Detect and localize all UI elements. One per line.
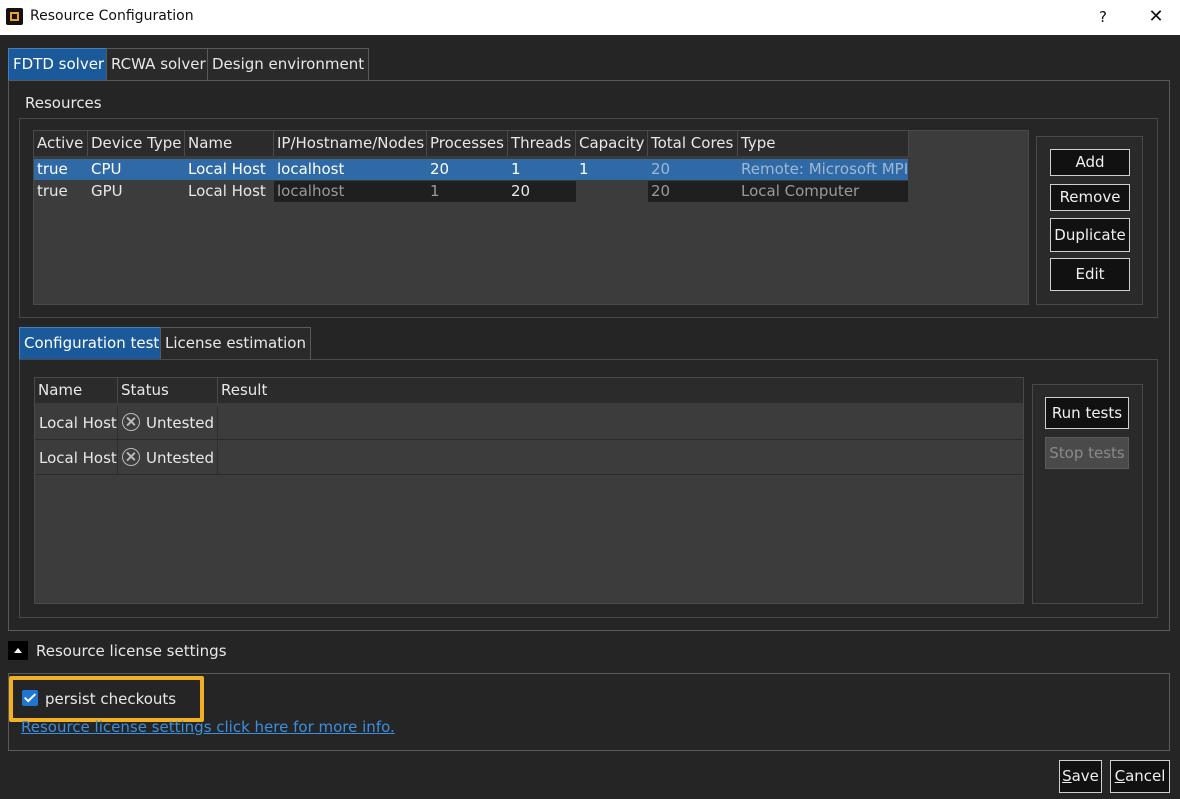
col-type[interactable]: Type <box>738 131 909 156</box>
cancel-mnemonic: C <box>1114 767 1126 785</box>
resource-row[interactable]: true CPU Local Host localhost 20 1 1 20 … <box>34 159 908 180</box>
cell-name: Local Host <box>35 441 118 475</box>
duplicate-button[interactable]: Duplicate <box>1050 218 1130 252</box>
col-active[interactable]: Active <box>34 131 88 156</box>
tab-rcwa-solver[interactable]: RCWA solver <box>106 48 211 80</box>
run-tests-button[interactable]: Run tests <box>1045 397 1129 429</box>
tab-license-estimation[interactable]: License estimation <box>160 327 311 359</box>
cell-device-type: CPU <box>91 160 122 178</box>
cell-device-type: GPU <box>88 181 185 202</box>
cell-active: true <box>34 181 88 202</box>
col-capacity[interactable]: Capacity <box>576 131 648 156</box>
help-button[interactable]: ? <box>1090 4 1116 30</box>
tab-configuration-test[interactable]: Configuration test <box>19 327 165 359</box>
window-title: Resource Configuration <box>30 8 194 24</box>
cell-status: Untested <box>118 441 218 475</box>
cell-capacity: 1 <box>579 160 589 178</box>
cell-name: Local Host <box>188 160 266 178</box>
save-mnemonic: S <box>1062 767 1072 785</box>
config-test-table[interactable]: Name Status Result Local Host Untested L… <box>34 377 1024 604</box>
cell-result <box>218 441 1023 475</box>
col-device-type[interactable]: Device Type <box>88 131 185 156</box>
resource-row[interactable]: true GPU Local Host localhost 1 20 20 Lo… <box>34 181 908 202</box>
cancel-label: ancel <box>1125 767 1166 785</box>
resources-table[interactable]: Active Device Type Name IP/Hostname/Node… <box>33 130 1029 305</box>
remove-button[interactable]: Remove <box>1050 184 1130 211</box>
col-threads[interactable]: Threads <box>508 131 576 156</box>
untested-icon <box>122 448 140 466</box>
cancel-button[interactable]: Cancel <box>1110 760 1170 793</box>
cell-active: true <box>37 160 68 178</box>
test-row[interactable]: Local Host Untested <box>35 441 1023 475</box>
tab-design-environment[interactable]: Design environment <box>207 48 370 80</box>
col-result[interactable]: Result <box>218 378 1023 403</box>
cell-host: localhost <box>274 181 427 202</box>
edit-button[interactable]: Edit <box>1050 258 1130 291</box>
cell-total-cores: 20 <box>648 181 738 202</box>
test-row[interactable]: Local Host Untested <box>35 406 1023 440</box>
cell-result <box>218 406 1023 440</box>
save-button[interactable]: Save <box>1059 760 1102 793</box>
col-host[interactable]: IP/Hostname/Nodes <box>274 131 427 156</box>
app-icon <box>6 8 23 25</box>
status-text: Untested <box>146 449 215 467</box>
cell-name: Local Host <box>35 406 118 440</box>
cell-host: localhost <box>277 160 345 178</box>
cell-capacity <box>576 181 648 202</box>
cell-status: Untested <box>118 406 218 440</box>
add-button[interactable]: Add <box>1050 149 1130 176</box>
resources-table-header: Active Device Type Name IP/Hostname/Node… <box>34 131 909 156</box>
untested-icon <box>122 413 140 431</box>
save-label: ave <box>1071 767 1099 785</box>
title-bar: Resource Configuration ? ✕ <box>0 0 1180 35</box>
cell-name: Local Host <box>185 181 274 202</box>
col-total-cores[interactable]: Total Cores <box>648 131 738 156</box>
col-status[interactable]: Status <box>118 378 218 403</box>
cell-type: Local Computer <box>738 181 908 202</box>
highlight-box <box>9 676 204 722</box>
stop-tests-button[interactable]: Stop tests <box>1045 437 1129 469</box>
collapse-toggle-icon[interactable] <box>8 641 28 660</box>
cell-threads: 1 <box>511 160 521 178</box>
tab-fdtd-solver[interactable]: FDTD solver <box>8 48 110 80</box>
col-processes[interactable]: Processes <box>427 131 508 156</box>
col-name[interactable]: Name <box>35 378 118 403</box>
cell-processes: 1 <box>427 181 508 202</box>
license-info-link[interactable]: Resource license settings click here for… <box>21 718 395 736</box>
cell-total-cores: 20 <box>651 160 671 178</box>
cell-type: Remote: Microsoft MPI <box>741 160 908 178</box>
config-test-header: Name Status Result <box>35 378 1023 403</box>
cell-processes: 20 <box>430 160 450 178</box>
resources-label: Resources <box>25 94 102 112</box>
close-icon[interactable]: ✕ <box>1143 4 1169 30</box>
col-name[interactable]: Name <box>185 131 274 156</box>
license-settings-label: Resource license settings <box>36 642 227 660</box>
status-text: Untested <box>146 414 215 432</box>
cell-threads: 20 <box>508 181 576 202</box>
